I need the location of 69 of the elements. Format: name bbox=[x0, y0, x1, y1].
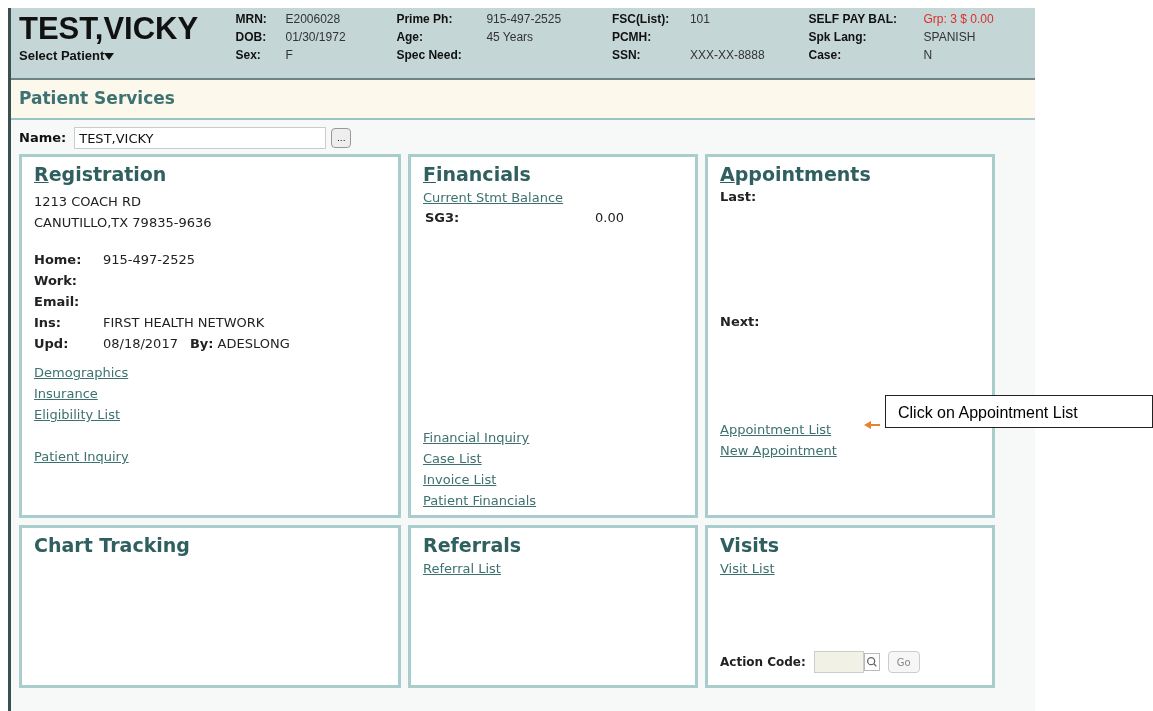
go-button[interactable]: Go bbox=[887, 651, 920, 673]
browse-button[interactable]: ... bbox=[331, 128, 352, 148]
name-field[interactable]: TEST,VICKY bbox=[74, 127, 327, 149]
header-value: SPANISH bbox=[923, 29, 976, 46]
header-label: FSC(List): bbox=[611, 11, 671, 28]
header-label: DOB: bbox=[235, 29, 268, 46]
field-value: 08/18/2017 bbox=[103, 335, 178, 353]
header-value: E2006028 bbox=[285, 11, 341, 28]
field-label: Work: bbox=[34, 272, 79, 290]
panel-link[interactable]: Insurance bbox=[34, 383, 98, 404]
page-title: Patient Services bbox=[19, 87, 175, 111]
select-patient-button[interactable]: Select Patient bbox=[19, 48, 115, 64]
balance-label: SG3: bbox=[424, 209, 461, 227]
action-code-label: Action Code: bbox=[720, 654, 806, 671]
address-line: CANUTILLO,TX 79835-9636 bbox=[34, 214, 213, 232]
panel-link[interactable]: Patient Inquiry bbox=[34, 446, 129, 467]
header-label: MRN: bbox=[235, 11, 268, 28]
header-value: N bbox=[923, 47, 933, 64]
field-value: ADESLONG bbox=[217, 335, 290, 353]
patient-name: TEST,VICKY bbox=[19, 10, 200, 48]
panel-link[interactable]: Appointment List bbox=[720, 419, 832, 440]
header-value: Grp: 3 $ 0.00 bbox=[923, 11, 994, 28]
field-label: Email: bbox=[34, 293, 81, 311]
panel-link[interactable]: Eligibility List bbox=[34, 404, 121, 425]
panel-link[interactable]: Demographics bbox=[34, 362, 129, 383]
panel-link[interactable]: Case List bbox=[423, 448, 482, 469]
next-label: Next: bbox=[720, 313, 761, 331]
header-label: SSN: bbox=[611, 47, 642, 64]
balance-value: 0.00 bbox=[595, 209, 624, 227]
field-label: Ins: bbox=[34, 314, 63, 332]
arrow-icon bbox=[864, 421, 880, 429]
action-code-field[interactable] bbox=[813, 651, 864, 673]
header-label: Case: bbox=[808, 47, 843, 64]
header-label: SELF PAY BAL: bbox=[808, 11, 898, 28]
name-label: Name: bbox=[19, 129, 67, 148]
panel-title: Financials bbox=[423, 162, 532, 187]
header-label: Sex: bbox=[235, 47, 262, 64]
header-value: F bbox=[285, 47, 293, 64]
field-value: 915-497-2525 bbox=[103, 251, 196, 269]
caret-icon bbox=[104, 52, 115, 60]
panel-link[interactable]: New Appointment bbox=[720, 440, 837, 461]
field-label: Home: bbox=[34, 251, 83, 269]
last-label: Last: bbox=[720, 188, 758, 206]
field-label: Upd: bbox=[34, 335, 70, 353]
panel-link[interactable]: Current Stmt Balance bbox=[423, 187, 564, 208]
header-label: Spk Lang: bbox=[808, 29, 868, 46]
panel-link[interactable]: Visit List bbox=[720, 558, 775, 579]
panel-link[interactable]: Financial Inquiry bbox=[423, 427, 530, 448]
header-label: Spec Need: bbox=[396, 47, 463, 64]
panel-title: Registration bbox=[34, 162, 168, 187]
header-value: 915-497-2525 bbox=[486, 11, 562, 28]
header-label: Prime Ph: bbox=[396, 11, 454, 28]
header-label: PCMH: bbox=[611, 29, 653, 46]
panel-link[interactable]: Invoice List bbox=[423, 469, 497, 490]
panel-title: Appointments bbox=[720, 162, 872, 187]
field-value: FIRST HEALTH NETWORK bbox=[103, 314, 265, 332]
header-value: 101 bbox=[689, 11, 710, 28]
panel-link[interactable]: Patient Financials bbox=[423, 490, 537, 511]
panel-title: Chart Tracking bbox=[34, 533, 191, 558]
header-value: 01/30/1972 bbox=[285, 29, 346, 46]
panel-title: Visits bbox=[720, 533, 781, 558]
field-label: By: bbox=[189, 335, 214, 353]
header-label: Age: bbox=[396, 29, 425, 46]
panel-title: Referrals bbox=[423, 533, 523, 558]
panel-link[interactable]: Referral List bbox=[423, 558, 501, 579]
address-line: 1213 COACH RD bbox=[34, 193, 142, 211]
callout-box: Click on Appointment List bbox=[885, 395, 1153, 428]
header-value: 45 Years bbox=[486, 29, 534, 46]
header-value: XXX-XX-8888 bbox=[689, 47, 765, 64]
